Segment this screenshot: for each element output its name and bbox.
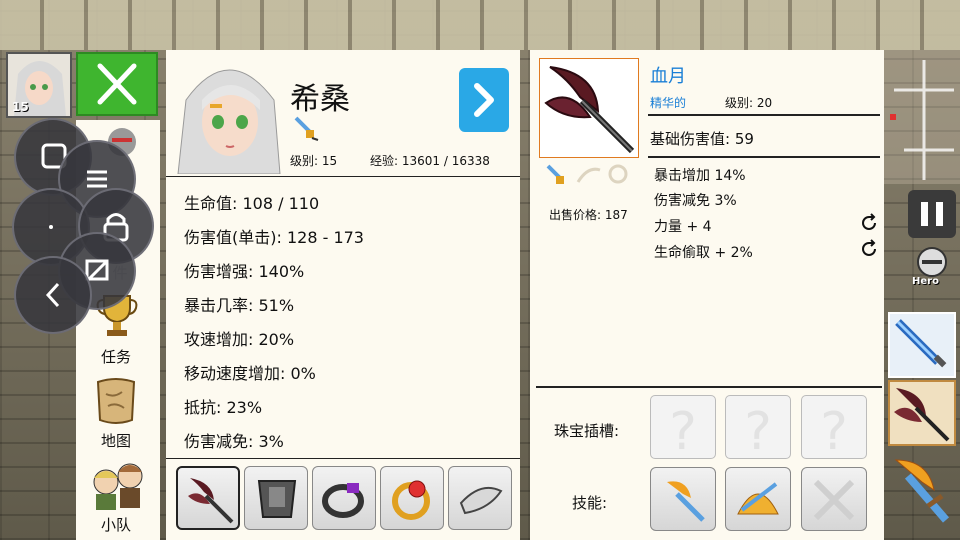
item-name: 血月 <box>650 66 686 87</box>
equipment-divider <box>166 458 520 459</box>
skill-slot-1[interactable] <box>650 467 716 531</box>
item-level: 级别: 20 <box>725 96 773 110</box>
minimap-icon <box>890 60 954 180</box>
item-base-damage: 基础伤害值: 59 <box>650 130 754 148</box>
quick-item-axe[interactable] <box>888 380 956 446</box>
equip-slot-ring[interactable] <box>380 466 444 530</box>
crossed-swords-icon <box>813 479 855 521</box>
item-header-divider <box>648 114 880 116</box>
item-affix-lifesteal: 生命偷取 + 2% <box>654 245 753 261</box>
question-mark-icon: ? <box>669 402 697 462</box>
item-class-icons <box>544 162 636 190</box>
blood-moon-axe-icon <box>544 66 635 154</box>
stat-crit-chance: 暴击几率: 51% <box>184 296 295 315</box>
pause-icon <box>921 202 943 226</box>
question-mark-icon: ? <box>820 402 848 462</box>
skill-label: 技能: <box>572 494 608 512</box>
quick-item-flame-sword[interactable] <box>888 456 956 530</box>
flame-sword-icon <box>894 459 950 523</box>
gem-slot-3[interactable]: ? <box>801 395 867 462</box>
hero-name: 希桑 <box>290 82 350 117</box>
team-heroes-icon[interactable] <box>84 460 154 512</box>
flame-sword-skill-icon <box>667 481 705 522</box>
equip-slot-weapon[interactable] <box>176 466 240 530</box>
gem-slot-label: 珠宝插槽: <box>554 422 620 440</box>
close-x-icon <box>97 63 137 105</box>
item-affix-reduction: 伤害减免 3% <box>654 193 737 209</box>
ice-sword-icon <box>895 319 947 368</box>
overlay-back-button[interactable] <box>14 256 92 334</box>
gem-slot-1[interactable]: ? <box>650 395 716 462</box>
equip-slot-amulet[interactable] <box>312 466 376 530</box>
hero-header-divider <box>166 176 520 177</box>
quest-label[interactable]: 任务 <box>76 346 156 367</box>
pause-button[interactable] <box>908 190 956 238</box>
stat-hp: 生命值: 108 / 110 <box>184 194 320 213</box>
hero-experience: 经验: 13601 / 16338 <box>370 154 490 168</box>
hero-button-label: Hero <box>912 276 939 287</box>
stat-damage: 伤害值(单击): 128 - 173 <box>184 228 364 247</box>
item-socket-divider <box>536 386 882 388</box>
dark-ring-icon <box>322 483 364 518</box>
skull-helmet-icon <box>917 247 947 277</box>
horn-icon <box>459 487 503 515</box>
ruby-ring-icon <box>392 480 430 520</box>
item-sell-price: 出售价格: 187 <box>549 208 628 222</box>
item-affix-crit: 暴击增加 14% <box>654 168 746 184</box>
stat-attack-speed: 攻速增加: 20% <box>184 330 295 349</box>
back-arrow-icon <box>45 282 60 308</box>
refresh-icon <box>862 239 876 256</box>
wing-blade-skill-icon <box>737 482 779 515</box>
item-affix-strength: 力量 + 4 <box>654 219 712 235</box>
close-button[interactable] <box>76 52 158 116</box>
skill-slot-locked <box>801 467 867 531</box>
hero-button[interactable]: Hero <box>910 244 954 292</box>
team-label[interactable]: 小队 <box>76 514 156 535</box>
item-icon-frame <box>539 58 639 158</box>
next-hero-button[interactable] <box>459 68 509 132</box>
equip-slot-boots[interactable] <box>448 466 512 530</box>
chevron-right-icon <box>474 83 494 117</box>
item-quality: 精华的 <box>650 96 687 110</box>
hero-portrait-thumb[interactable]: 15 <box>6 52 72 118</box>
portrait-level-badge: 15 <box>12 100 29 114</box>
item-base-divider <box>648 156 880 158</box>
stat-move-speed: 移动速度增加: 0% <box>184 364 316 383</box>
quick-item-sword[interactable] <box>888 312 956 378</box>
hero-portrait <box>174 60 284 175</box>
question-mark-icon: ? <box>744 402 772 462</box>
stat-damage-boost: 伤害增强: 140% <box>184 262 305 281</box>
hero-level: 级别: 15 <box>290 154 338 168</box>
equip-slot-armor[interactable] <box>244 466 308 530</box>
stat-damage-reduction: 伤害减免: 3% <box>184 432 284 451</box>
reroll-lifesteal-button[interactable] <box>858 238 880 260</box>
stone-wall-strip <box>0 0 960 50</box>
blood-moon-axe-icon <box>894 388 950 442</box>
stat-resistance: 抵抗: 23% <box>184 398 263 417</box>
gem-slot-2[interactable]: ? <box>725 395 791 462</box>
minimap[interactable] <box>884 50 960 184</box>
hero-weapon-class-icon <box>292 114 320 142</box>
reroll-strength-button[interactable] <box>858 212 880 234</box>
blood-moon-axe-icon <box>188 478 234 524</box>
map-label[interactable]: 地图 <box>76 430 156 451</box>
armor-icon <box>257 480 297 518</box>
skill-slot-2[interactable] <box>725 467 791 531</box>
map-scroll-icon[interactable] <box>92 376 140 426</box>
refresh-icon <box>862 213 876 230</box>
